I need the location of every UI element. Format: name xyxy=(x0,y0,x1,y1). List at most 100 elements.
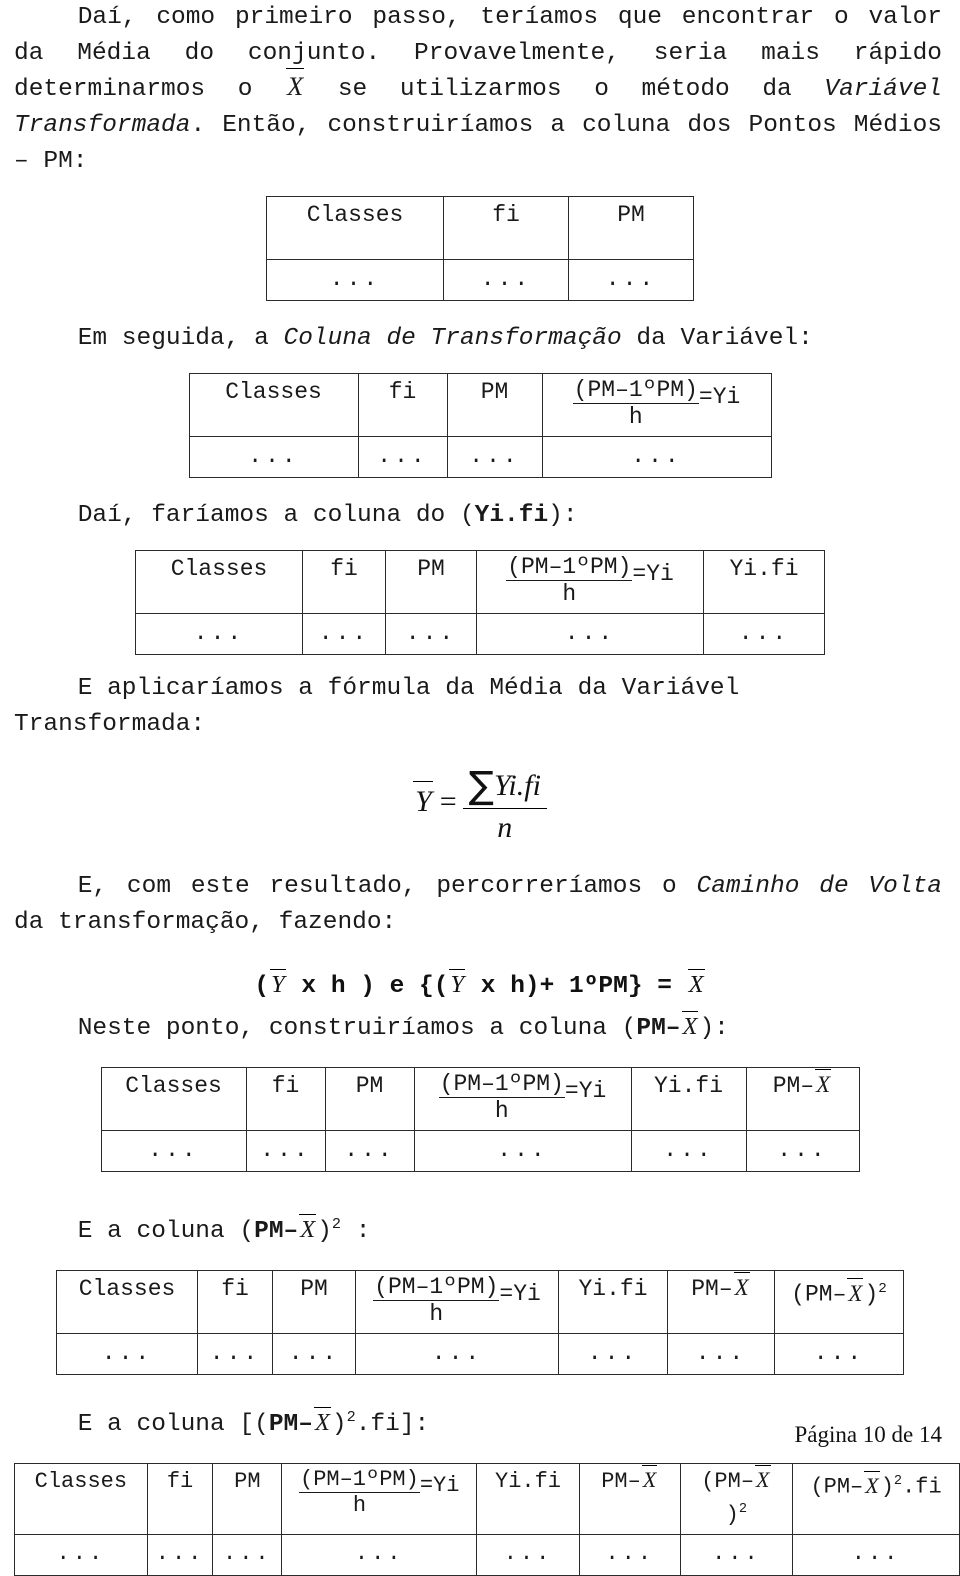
paragraph-aplicariamos: E aplicaríamos a fórmula da Média da Var… xyxy=(0,671,960,743)
x-bar-symbol: X xyxy=(299,1213,317,1244)
cell-pm: ... xyxy=(212,1533,283,1576)
yi-fraction-body: (PM–1ºPM) h xyxy=(572,378,699,429)
table-pm-minus-xbar-squared-wrapper: Classes fi PM (PM–1ºPM) h =Yi Yi.fi PM–X (… xyxy=(0,1270,960,1376)
cell-pm: ... xyxy=(272,1333,356,1376)
header-sq-open: (PM– xyxy=(791,1281,847,1308)
header-pm: PM xyxy=(385,550,477,614)
cell-pm-minus-xbar: ... xyxy=(745,1130,860,1172)
page-footer: Página 10 de 14 xyxy=(794,1422,942,1447)
cell-pm: ... xyxy=(446,436,543,478)
x-bar-symbol: X xyxy=(687,968,705,998)
paragraph-coluna-quadrado: E a coluna (PM–X)2 : xyxy=(0,1206,960,1250)
y-bar-symbol: Y xyxy=(413,781,433,818)
cell-yifi: ... xyxy=(630,1130,747,1172)
header-fi: fi xyxy=(443,196,569,260)
header-sqfi-suffix: .fi xyxy=(902,1474,942,1500)
header-classes: Classes xyxy=(14,1463,148,1535)
cell-classes: ... xyxy=(56,1333,198,1376)
y-bar-symbol-2: Y xyxy=(449,968,465,998)
header-pm-minus-xbar-pre: PM– xyxy=(601,1469,641,1495)
yi-fraction: (PM–1ºPM) h =Yi xyxy=(572,378,741,429)
table-pm-minus-xbar-squared-fi: Classes fi PM (PM–1ºPM) h =Yi Yi.fi PM–X (… xyxy=(14,1463,960,1576)
header-fi: fi xyxy=(357,373,448,437)
header-classes: Classes xyxy=(188,373,359,437)
cell-yi: ... xyxy=(541,436,772,478)
header-sq-close: ) xyxy=(864,1281,879,1308)
table-header-row: Classes fi PM (PM–1ºPM) h =Yi xyxy=(188,373,772,437)
x-bar-symbol: X xyxy=(286,68,305,101)
table-pm-minus-xbar-squared: Classes fi PM (PM–1ºPM) h =Yi Yi.fi PM–X (… xyxy=(56,1270,904,1376)
cell-yi: ... xyxy=(476,613,704,655)
cell-pm: ... xyxy=(568,259,694,301)
paragraph-neste-ponto: Neste ponto, construiríamos a coluna (PM… xyxy=(0,1010,960,1047)
header-pm-minus-xbar: PM–X xyxy=(578,1463,681,1535)
yi-numerator: (PM–1ºPM) xyxy=(299,1467,420,1494)
cell-yi: ... xyxy=(413,1130,632,1172)
table-pm-minus-xbar: Classes fi PM (PM–1ºPM) h =Yi Yi.fi PM–X .… xyxy=(100,1067,860,1172)
header-pm: PM xyxy=(446,373,543,437)
mean-numerator-term: Yi.fi xyxy=(493,769,541,802)
header-fi: fi xyxy=(302,550,386,614)
y-bar-symbol: Y xyxy=(270,968,286,998)
cell-pm-minus-xbar-squared: ... xyxy=(679,1533,794,1576)
x-bar-symbol: X xyxy=(864,1470,881,1498)
table-yifi-wrapper: Classes fi PM (PM–1ºPM) h =Yi Yi.fi ... ..… xyxy=(0,550,960,655)
x-bar-symbol: X xyxy=(313,1406,331,1437)
cell-fi: ... xyxy=(197,1333,273,1376)
yi-numerator: (PM–1ºPM) xyxy=(506,554,633,582)
header-classes: Classes xyxy=(56,1270,198,1335)
header-classes: Classes xyxy=(135,550,303,614)
yi-denominator: h xyxy=(352,1493,367,1519)
paragraph-em-seguida: Em seguida, a Coluna de Transformação da… xyxy=(0,321,960,357)
formula-mean-transformed: Y = ∑Yi.fi n xyxy=(0,763,960,845)
yi-fraction-body: (PM–1ºPM) h xyxy=(438,1071,565,1123)
x-bar-symbol: X xyxy=(733,1272,750,1301)
x-bar-symbol: X xyxy=(681,1010,699,1040)
x-bar-symbol: X xyxy=(815,1068,832,1097)
yi-numerator: (PM–1ºPM) xyxy=(438,1071,565,1099)
header-yifi: Yi.fi xyxy=(703,550,825,614)
exponent-two: 2 xyxy=(331,1215,342,1233)
header-yi-formula: (PM–1ºPM) h =Yi xyxy=(355,1270,559,1335)
yi-equals-label: =Yi xyxy=(632,560,674,587)
paragraph-neste-ponto-part1: Neste ponto, construiríamos a coluna ( xyxy=(77,1015,637,1042)
formula-return-open: ( xyxy=(254,973,270,1000)
exponent-two: 2 xyxy=(738,1502,748,1518)
paragraph-dai-yifi: Daí, faríamos a coluna do (Yi.fi): xyxy=(0,498,960,534)
cell-yifi: ... xyxy=(703,613,825,655)
header-sqfi-close: ) xyxy=(880,1474,894,1500)
header-classes: Classes xyxy=(266,196,444,260)
table-header-row: Classes fi PM (PM–1ºPM) h =Yi Yi.fi PM–X (… xyxy=(14,1463,960,1535)
cell-pm: ... xyxy=(385,613,477,655)
paragraph-coluna-quadrado-fi-part3: .fi]: xyxy=(355,1411,430,1439)
cell-fi: ... xyxy=(245,1130,326,1172)
paragraph-coluna-quadrado-part2: ) xyxy=(317,1218,332,1246)
yi-equals-label: =Yi xyxy=(698,383,741,410)
cell-pm: ... xyxy=(324,1130,415,1172)
yi-equals-label: =Yi xyxy=(564,1077,607,1104)
cell-classes: ... xyxy=(266,259,444,301)
exponent-two: 2 xyxy=(893,1474,903,1490)
header-fi: fi xyxy=(197,1270,273,1335)
table-row: ... ... ... ... xyxy=(188,436,772,478)
paragraph-neste-ponto-part2: ): xyxy=(699,1015,729,1042)
header-sqfi-open: (PM– xyxy=(810,1474,864,1500)
equals-sign: = xyxy=(439,784,457,818)
header-yifi: Yi.fi xyxy=(476,1463,580,1535)
header-pm-minus-xbar: PM–X xyxy=(745,1067,860,1131)
document-page: Daí, como primeiro passo, teríamos que e… xyxy=(0,0,960,1576)
header-pm-minus-xbar-squared: (PM–X)2 xyxy=(774,1270,904,1335)
paragraph-caminho-volta-italic-term: Caminho de Volta xyxy=(696,873,942,900)
cell-fi: ... xyxy=(443,259,569,301)
header-pm-minus-xbar-squared-fi: (PM–X)2.fi xyxy=(792,1463,960,1535)
cell-fi: ... xyxy=(302,613,386,655)
paragraph-coluna-quadrado-fi-bold-term: PM– xyxy=(268,1411,313,1439)
table-yifi: Classes fi PM (PM–1ºPM) h =Yi Yi.fi ... ..… xyxy=(135,550,825,655)
table-row: ... ... ... ... ... xyxy=(135,613,825,655)
header-pm-minus-xbar-pre: PM– xyxy=(691,1276,733,1303)
yi-fraction: (PM–1ºPM) h =Yi xyxy=(506,555,674,606)
formula-return-e: e {( xyxy=(374,973,449,1000)
header-pm-minus-xbar-squared: (PM–X)2 xyxy=(679,1463,794,1535)
yi-fraction: (PM–1ºPM) h =Yi xyxy=(438,1071,607,1123)
x-bar-symbol: X xyxy=(755,1465,771,1493)
